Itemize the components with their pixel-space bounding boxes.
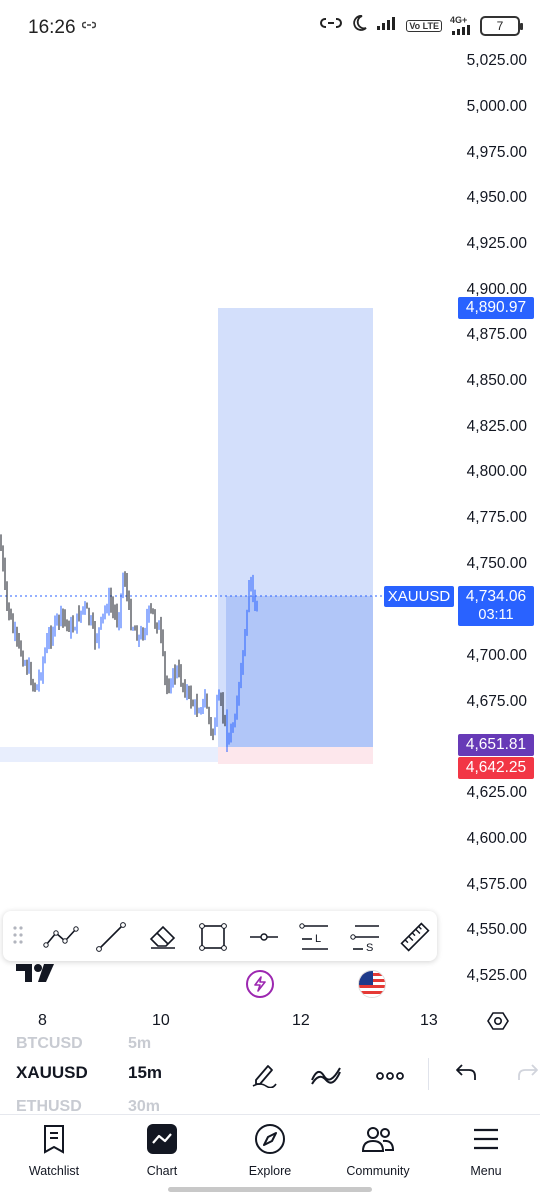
price-axis-label: 4,550.00 [466,921,527,938]
price-axis-label: 4,600.00 [466,830,527,847]
more-icon[interactable] [376,1068,404,1086]
prev-interval[interactable]: 5m [128,1036,151,1053]
drawing-toolbar: L S [3,911,437,961]
time-axis-label: 12 [292,1012,310,1029]
us-flag-icon[interactable] [358,970,386,998]
price-axis-label: 5,000.00 [466,98,527,115]
price-axis-label: 4,575.00 [466,876,527,893]
nav-label: Watchlist [28,1164,80,1178]
people-icon [328,1119,428,1159]
next-interval[interactable]: 30m [128,1098,160,1114]
nav-explore[interactable]: Explore [220,1119,320,1178]
nav-community[interactable]: Community [328,1119,428,1178]
price-axis-label: 5,025.00 [466,52,527,69]
price-axis-label: 4,675.00 [466,693,527,710]
undo-icon[interactable] [454,1060,478,1089]
nav-menu[interactable]: Menu [436,1119,536,1178]
support-zone [0,747,218,762]
long-position-icon[interactable]: L [295,917,335,957]
price-axis-label: 4,975.00 [466,144,527,161]
price-axis-label: 4,700.00 [466,647,527,664]
price-axis-label: 4,750.00 [466,555,527,572]
price-axis-label: 4,525.00 [466,967,527,984]
long-position-open-zone [226,596,373,747]
rectangle-icon[interactable] [193,917,233,957]
nav-label: Explore [248,1164,292,1178]
prev-symbol[interactable]: BTCUSD [16,1036,83,1053]
symbol-price-tag: XAUUSD [384,586,454,607]
eraser-icon[interactable] [143,917,183,957]
time-axis-label: 10 [152,1012,170,1029]
entry-price-tag: 4,651.81 [458,734,534,756]
stop-price-tag: 4,642.25 [458,757,534,779]
ruler-icon[interactable] [395,917,435,957]
watchlist-icon [4,1119,104,1159]
chart-icon [112,1119,212,1159]
home-indicator [168,1187,372,1192]
short-letter: S [366,942,373,952]
next-symbol[interactable]: ETHUSD [16,1098,82,1114]
price-axis-label: 4,625.00 [466,784,527,801]
target-price-tag: 4,890.97 [458,297,534,319]
chart-settings-icon[interactable] [487,1010,509,1037]
short-position-icon[interactable]: S [346,917,386,957]
indicators-icon[interactable] [310,1060,342,1093]
lightning-icon[interactable] [246,970,274,998]
draw-pen-icon[interactable] [250,1060,278,1093]
time-axis-label: 13 [420,1012,438,1029]
long-letter: L [315,933,321,945]
price-axis-label: 4,825.00 [466,418,527,435]
tradingview-logo [14,960,58,989]
price-axis-label: 4,850.00 [466,372,527,389]
long-position-stop-zone [218,747,373,764]
symbol-selector[interactable]: XAUUSD [16,1063,88,1083]
trend-line-path-icon[interactable] [41,917,81,957]
price-axis-label: 4,925.00 [466,235,527,252]
nav-watchlist[interactable]: Watchlist [4,1119,104,1178]
redo-icon[interactable] [518,1060,540,1089]
price-axis-label: 4,775.00 [466,509,527,526]
nav-label: Chart [146,1164,178,1178]
line-icon[interactable] [91,917,131,957]
nav-label: Menu [470,1164,502,1178]
current-price-tag: 4,734.06 03:11 [458,586,534,626]
compass-icon [220,1119,320,1159]
bar-countdown: 03:11 [478,607,514,623]
nav-chart[interactable]: Chart [112,1119,212,1178]
toolbar-separator [428,1058,429,1090]
price-axis-label: 4,950.00 [466,189,527,206]
drag-handle-icon[interactable] [13,925,23,950]
price-axis-label: 4,875.00 [466,326,527,343]
current-price: 4,734.06 [465,588,527,605]
interval-selector[interactable]: 15m [128,1063,162,1083]
horizontal-ray-icon[interactable] [244,917,284,957]
price-axis-label: 4,800.00 [466,463,527,480]
time-axis-label: 8 [38,1012,47,1029]
symbol-bar: BTCUSD 5m XAUUSD 15m ETHUSD 30m [0,1036,540,1114]
price-chart[interactable] [0,0,540,1040]
nav-label: Community [346,1164,410,1178]
hamburger-icon [436,1119,536,1159]
